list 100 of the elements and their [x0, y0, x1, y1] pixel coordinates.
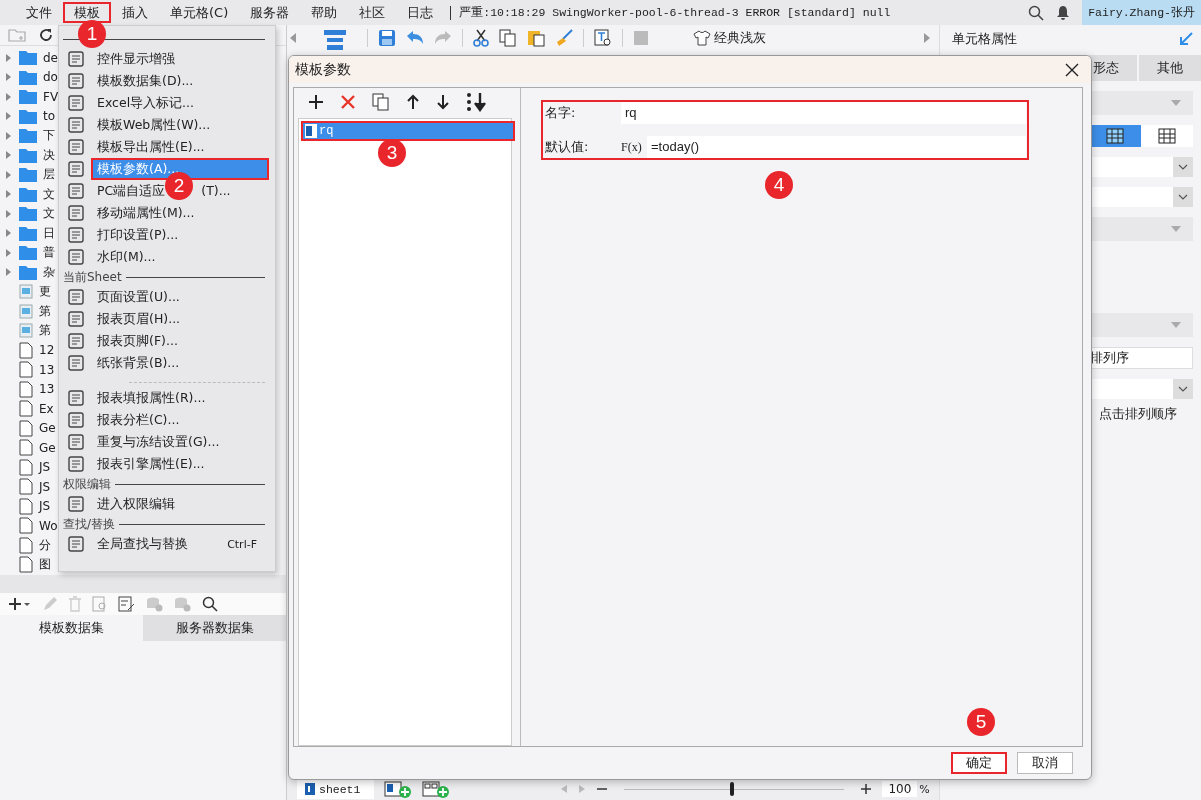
- dataset-tab[interactable]: 服务器数据集: [143, 615, 286, 641]
- user-name[interactable]: Fairy.Zhang-张丹: [1082, 0, 1201, 25]
- menu-entry[interactable]: 模板导出属性(E)...: [91, 136, 269, 158]
- menu-item[interactable]: 日志: [396, 2, 445, 23]
- menu-entry[interactable]: 报表页眉(H)...: [91, 308, 269, 330]
- menu-entry[interactable]: 水印(M)...: [91, 246, 269, 268]
- refresh-icon[interactable]: [38, 27, 54, 43]
- menu-entry[interactable]: 报表页脚(F)...: [91, 330, 269, 352]
- expand-arrow-icon[interactable]: [5, 150, 13, 161]
- tree-item[interactable]: 第: [39, 322, 51, 340]
- expand-arrow-icon[interactable]: [923, 31, 931, 44]
- add-dashboard-icon[interactable]: [422, 780, 451, 798]
- add-icon[interactable]: [8, 596, 32, 612]
- paste-icon[interactable]: [527, 28, 545, 47]
- search-icon[interactable]: [202, 596, 218, 612]
- tree-item[interactable]: 图: [39, 556, 51, 574]
- default-value-field[interactable]: =today(): [647, 136, 1026, 158]
- add-sheet-icon[interactable]: [384, 780, 413, 798]
- tree-item[interactable]: FV: [43, 89, 59, 104]
- tree-item[interactable]: 12: [39, 343, 55, 358]
- expand-arrow-icon[interactable]: [5, 111, 13, 122]
- copy-icon[interactable]: [372, 93, 390, 111]
- dialog-button[interactable]: 取消: [1017, 752, 1073, 774]
- tree-item[interactable]: 13: [39, 382, 55, 397]
- expand-arrow-icon[interactable]: [5, 130, 13, 141]
- menu-entry[interactable]: 进入权限编辑: [91, 493, 269, 515]
- tree-item[interactable]: to: [43, 109, 56, 124]
- formula-button[interactable]: F(x): [621, 139, 647, 155]
- tree-item[interactable]: 第: [39, 302, 51, 320]
- menu-entry[interactable]: 移动端属性(M)...: [91, 202, 269, 224]
- layout-toggle[interactable]: [1141, 125, 1193, 147]
- tree-item[interactable]: JS: [39, 460, 51, 475]
- brush-icon[interactable]: [555, 28, 573, 47]
- menu-item[interactable]: 服务器: [239, 2, 301, 23]
- property-tab[interactable]: 其他: [1139, 55, 1201, 81]
- shirt-icon[interactable]: [693, 29, 711, 46]
- menu-entry[interactable]: 重复与冻结设置(G)...: [91, 431, 269, 453]
- menu-item[interactable]: 插入: [111, 2, 159, 23]
- bell-icon[interactable]: [1056, 4, 1071, 21]
- menu-entry[interactable]: 报表填报属性(R)...: [91, 387, 269, 409]
- expand-arrow-icon[interactable]: [5, 247, 13, 258]
- expand-arrow-icon[interactable]: [5, 189, 13, 200]
- undo-icon[interactable]: [406, 29, 424, 46]
- menu-entry[interactable]: 全局查找与替换 Ctrl-F: [91, 533, 269, 555]
- search-icon[interactable]: [1028, 4, 1045, 21]
- tree-item[interactable]: 普: [43, 244, 55, 262]
- menu-entry[interactable]: 打印设置(P)...: [91, 224, 269, 246]
- tree-item[interactable]: 分: [39, 536, 51, 554]
- expand-arrow-icon[interactable]: [5, 91, 13, 102]
- move-down-icon[interactable]: [436, 94, 450, 110]
- tree-item[interactable]: Ge: [39, 440, 56, 455]
- tree-item[interactable]: 层: [43, 166, 55, 184]
- menu-item[interactable]: 社区: [348, 2, 397, 23]
- tree-item[interactable]: 13: [39, 362, 55, 377]
- zoom-in-icon[interactable]: [860, 783, 873, 795]
- copy-icon[interactable]: [499, 28, 517, 47]
- menu-entry[interactable]: Excel导入标记...: [91, 92, 269, 114]
- slider-thumb[interactable]: [730, 782, 734, 796]
- tree-item[interactable]: 杂: [43, 263, 55, 281]
- tree-item[interactable]: JS: [39, 479, 51, 494]
- tree-item[interactable]: 文: [43, 205, 55, 223]
- sheet-tab[interactable]: sheet1: [297, 779, 375, 799]
- menu-entry[interactable]: 报表分栏(C)...: [91, 409, 269, 431]
- tree-item[interactable]: JS: [39, 499, 51, 514]
- layout-toggle[interactable]: [1089, 125, 1141, 147]
- tree-item[interactable]: do: [43, 70, 58, 85]
- menu-entry[interactable]: 控件显示增强: [91, 48, 269, 70]
- name-field[interactable]: rq: [621, 102, 1026, 124]
- text-search-icon[interactable]: [594, 28, 612, 47]
- dataset-edit-icon[interactable]: [118, 596, 136, 612]
- menu-entry[interactable]: 纸张背景(B)...: [91, 352, 269, 374]
- menu-entry[interactable]: 模板Web属性(W)...: [91, 114, 269, 136]
- theme-label[interactable]: 经典浅灰: [714, 28, 766, 47]
- menu-item[interactable]: 帮助: [300, 2, 349, 23]
- save-icon[interactable]: [378, 28, 396, 47]
- collapse-arrow-icon[interactable]: [289, 31, 297, 44]
- menu-entry[interactable]: 页面设置(U)...: [91, 286, 269, 308]
- expand-arrow-icon[interactable]: [5, 228, 13, 239]
- tree-item[interactable]: 决: [43, 146, 55, 164]
- tree-item[interactable]: 日: [43, 224, 55, 242]
- menu-entry[interactable]: 模板数据集(D)...: [91, 70, 269, 92]
- sort-icon[interactable]: [466, 92, 488, 112]
- menu-entry[interactable]: 报表引擎属性(E)...: [91, 453, 269, 475]
- expand-arrow-icon[interactable]: [5, 208, 13, 219]
- expand-arrow-icon[interactable]: [5, 267, 13, 278]
- cut-icon[interactable]: [473, 28, 489, 47]
- remove-icon[interactable]: [340, 94, 356, 110]
- tree-item[interactable]: Wo: [39, 518, 58, 533]
- tree-item[interactable]: 文: [43, 185, 55, 203]
- close-icon[interactable]: [1065, 62, 1079, 77]
- preview-icon[interactable]: [92, 596, 108, 612]
- collapse-arrow-icon[interactable]: [1179, 31, 1193, 46]
- tree-item[interactable]: de: [43, 50, 58, 65]
- tree-item[interactable]: Ge: [39, 421, 56, 436]
- move-up-icon[interactable]: [406, 94, 420, 110]
- add-icon[interactable]: [308, 94, 324, 110]
- expand-arrow-icon[interactable]: [5, 72, 13, 83]
- zoom-field[interactable]: 100: [882, 781, 918, 797]
- tree-item[interactable]: 下: [43, 127, 55, 145]
- tree-item[interactable]: 更: [39, 283, 51, 301]
